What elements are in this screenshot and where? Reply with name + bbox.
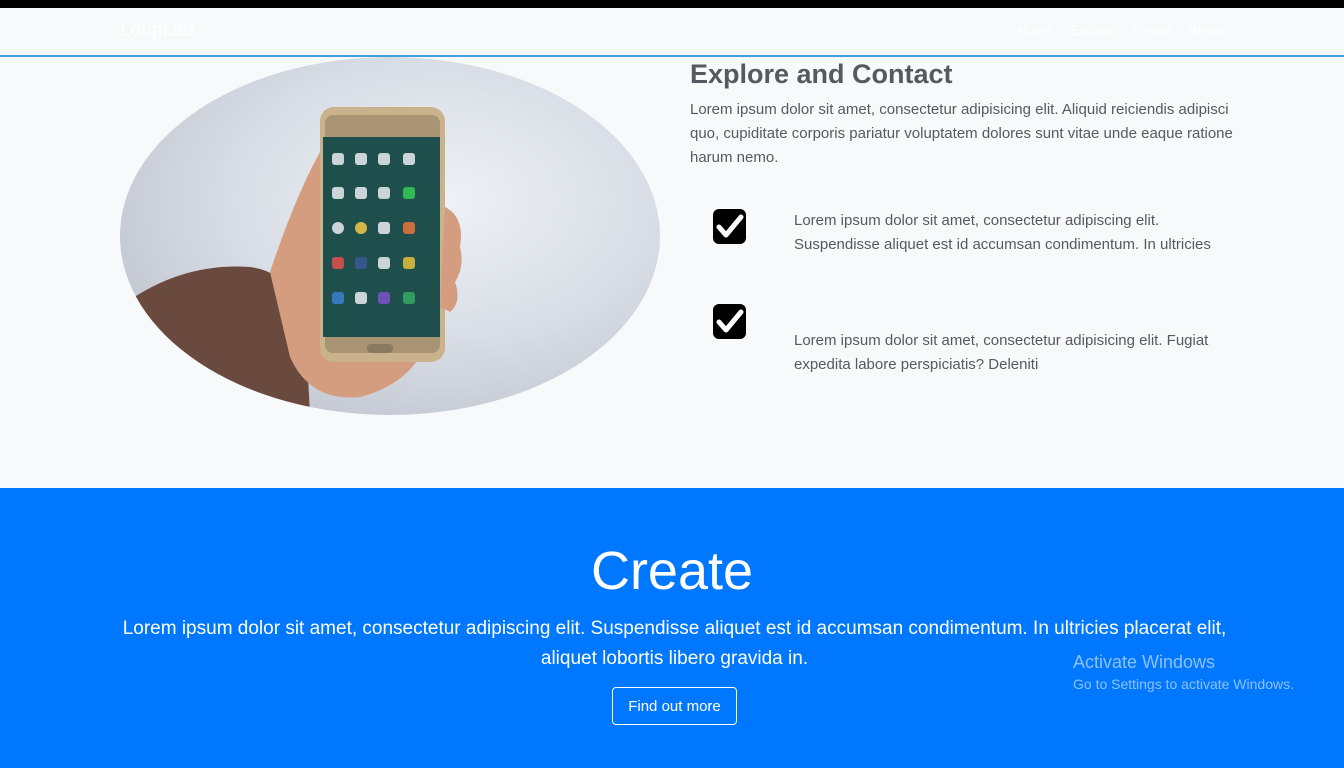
check-square-icon [713,209,746,244]
nav-link-create[interactable]: Create [1132,23,1171,38]
section-title: Explore and Contact [690,59,953,89]
nav-links: Home Explore Create Share [1018,23,1225,38]
feature-text-1: Lorem ipsum dolor sit amet, consectetur … [794,212,1211,253]
find-out-more-button[interactable]: Find out more [612,687,737,725]
top-black-strip [0,0,1344,8]
hand-holding-phone-image [120,57,660,415]
watermark-title: Activate Windows [1073,652,1216,672]
feature-text-2: Lorem ipsum dolor sit amet, consectetur … [794,332,1209,373]
nav-link-home[interactable]: Home [1018,23,1053,38]
nav-link-explore[interactable]: Explore [1070,23,1114,38]
create-title: Create [590,541,754,601]
create-description: Lorem ipsum dolor sit amet, consectetur … [122,618,1227,669]
brand-logo[interactable]: LoopLab [120,20,194,42]
watermark-subtitle: Go to Settings to activate Windows. [1073,676,1294,692]
activate-windows-watermark: Activate Windows Go to Settings to activ… [1073,652,1294,692]
section-description: Lorem ipsum dolor sit amet, consectetur … [690,101,1233,166]
create-section: Create Lorem ipsum dolor sit amet, conse… [0,488,1344,768]
check-square-icon [713,304,746,339]
navbar: LoopLab Home Explore Create Share [0,8,1344,57]
nav-link-share[interactable]: Share [1189,23,1224,38]
explore-section: Explore and Contact Lorem ipsum dolor si… [0,57,1344,488]
